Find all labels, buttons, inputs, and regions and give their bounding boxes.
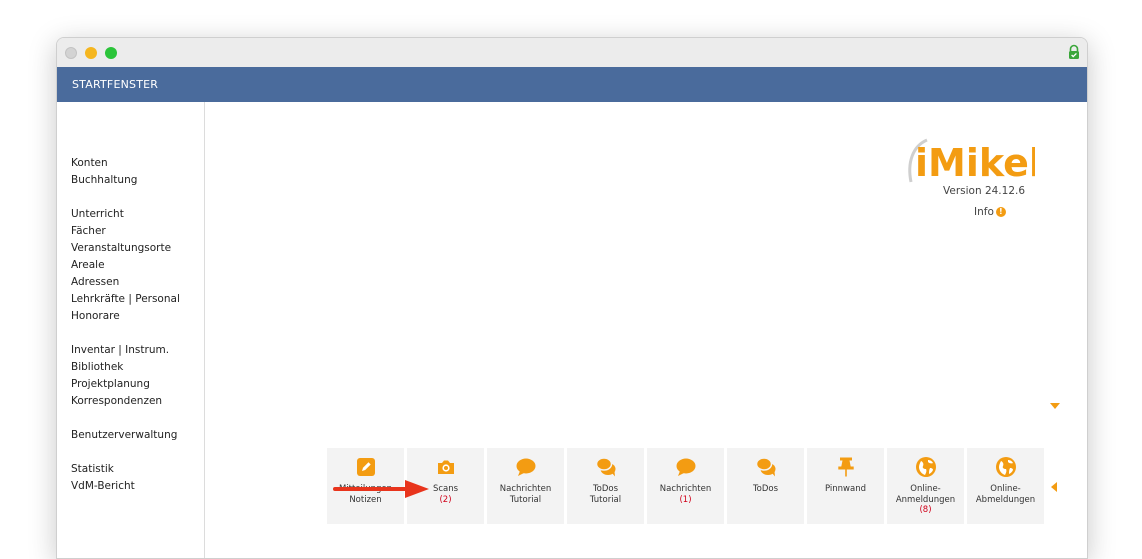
tile-label-line1: ToDos bbox=[752, 484, 779, 494]
sidebar-item-adressen[interactable]: Adressen bbox=[71, 276, 119, 288]
sidebar-item-konten[interactable]: Konten bbox=[71, 157, 108, 169]
maximize-window-button[interactable] bbox=[105, 47, 117, 59]
tile-count-badge: (1) bbox=[679, 494, 692, 505]
speech-bubble-icon bbox=[676, 458, 696, 476]
scroll-down-arrow-icon[interactable] bbox=[1050, 403, 1060, 409]
tile-label-line1: Online- bbox=[990, 484, 1021, 494]
tile-label-line1: Online- bbox=[910, 484, 941, 494]
tile-label-line1: Pinnwand bbox=[824, 484, 867, 494]
tile-label-line2: Notizen bbox=[349, 494, 382, 505]
sidebar-item-faecher[interactable]: Fächer bbox=[71, 225, 106, 237]
tile-label-line2: Tutorial bbox=[589, 494, 622, 505]
sidebar-item-lehrkraefte[interactable]: Lehrkräfte | Personal bbox=[71, 293, 180, 305]
version-label: Version 24.12.6 bbox=[943, 185, 1026, 197]
sidebar-item-projektplanung[interactable]: Projektplanung bbox=[71, 378, 150, 390]
sidebar: Konten Buchhaltung Unterricht Fächer Ver… bbox=[57, 102, 205, 558]
edit-icon bbox=[357, 458, 375, 476]
minimize-window-button[interactable] bbox=[85, 47, 97, 59]
tile-label-line2: Tutorial bbox=[509, 494, 542, 505]
tile-label-line1: Scans bbox=[432, 484, 459, 494]
sidebar-item-benutzerverwaltung[interactable]: Benutzerverwaltung bbox=[71, 429, 177, 441]
close-window-button[interactable] bbox=[65, 47, 77, 59]
tile-count-badge: (2) bbox=[439, 494, 452, 505]
info-label: Info bbox=[974, 206, 994, 218]
tile-online-anmeldungen[interactable]: Online- Anmeldungen (8) bbox=[887, 448, 964, 524]
sidebar-item-vdm-bericht[interactable]: VdM-Bericht bbox=[71, 480, 135, 492]
sidebar-item-korrespondenzen[interactable]: Korrespondenzen bbox=[71, 395, 162, 407]
info-link[interactable]: Info! bbox=[974, 206, 1006, 218]
tile-label-line2: Abmeldungen bbox=[975, 494, 1036, 505]
tile-nachrichten[interactable]: Nachrichten (1) bbox=[647, 448, 724, 524]
sidebar-item-areale[interactable]: Areale bbox=[71, 259, 105, 271]
tile-label-line1: Mitteilungen bbox=[338, 484, 393, 494]
chat-bubbles-icon bbox=[755, 457, 776, 477]
tile-scans[interactable]: Scans (2) bbox=[407, 448, 484, 524]
logo-text: iMikel bbox=[915, 141, 1035, 185]
sidebar-item-unterricht[interactable]: Unterricht bbox=[71, 208, 124, 220]
sidebar-item-bibliothek[interactable]: Bibliothek bbox=[71, 361, 123, 373]
main-content: iMikel Version 24.12.6 Info! Mitteilunge… bbox=[205, 102, 1087, 558]
sidebar-item-veranstaltungsorte[interactable]: Veranstaltungsorte bbox=[71, 242, 171, 254]
scroll-left-arrow-icon[interactable] bbox=[1051, 482, 1057, 492]
page-title: STARTFENSTER bbox=[72, 78, 159, 91]
chat-bubbles-icon bbox=[595, 457, 616, 477]
tile-pinnwand[interactable]: Pinnwand bbox=[807, 448, 884, 524]
title-bar bbox=[57, 38, 1087, 68]
tile-online-abmeldungen[interactable]: Online- Abmeldungen bbox=[967, 448, 1044, 524]
lock-icon bbox=[1069, 44, 1079, 59]
camera-icon bbox=[438, 460, 454, 474]
globe-icon bbox=[996, 457, 1016, 477]
app-window: STARTFENSTER Konten Buchhaltung Unterric… bbox=[56, 37, 1088, 559]
tile-label-line1: Nachrichten bbox=[499, 484, 552, 494]
tile-label-line2: Anmeldungen bbox=[895, 494, 956, 505]
tile-label-line1: Nachrichten bbox=[659, 484, 712, 494]
globe-icon bbox=[916, 457, 936, 477]
tile-label-line1: ToDos bbox=[592, 484, 619, 494]
sidebar-item-buchhaltung[interactable]: Buchhaltung bbox=[71, 174, 137, 186]
sidebar-item-inventar[interactable]: Inventar | Instrum. bbox=[71, 344, 169, 356]
info-icon: ! bbox=[995, 207, 1006, 217]
tile-count-badge: (8) bbox=[919, 505, 932, 515]
tile-mitteilungen-notizen[interactable]: Mitteilungen Notizen bbox=[327, 448, 404, 524]
sidebar-item-honorare[interactable]: Honorare bbox=[71, 310, 120, 322]
tile-todos-tutorial[interactable]: ToDos Tutorial bbox=[567, 448, 644, 524]
imikel-logo: iMikel bbox=[908, 138, 1035, 185]
speech-bubble-icon bbox=[516, 458, 536, 476]
tile-todos[interactable]: ToDos bbox=[727, 448, 804, 524]
app-header: STARTFENSTER bbox=[57, 67, 1087, 102]
tile-nachrichten-tutorial[interactable]: Nachrichten Tutorial bbox=[487, 448, 564, 524]
pin-icon bbox=[838, 457, 854, 477]
sidebar-item-statistik[interactable]: Statistik bbox=[71, 463, 114, 475]
